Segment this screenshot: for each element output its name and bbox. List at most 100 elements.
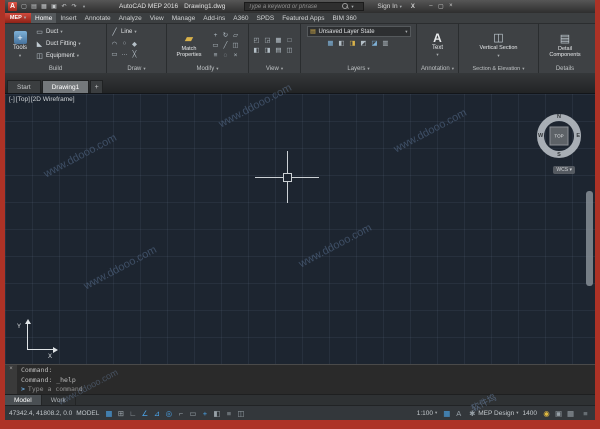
tab-insert[interactable]: Insert [56,13,80,23]
match-properties-button[interactable]: ▰ Match Properties [170,26,208,64]
move-icon[interactable]: + [211,31,220,40]
grid-toggle-icon[interactable]: ▦ [103,407,114,419]
more-draw-icon[interactable]: … [120,49,129,58]
drawing-viewport[interactable]: [-] [Top] [2D Wireframe] N S W E TOP WCS… [5,93,595,364]
mirror-icon[interactable]: ╱ [221,41,230,50]
named-views-icon[interactable]: ◧ [252,46,261,55]
viewcube[interactable]: N S W E TOP [537,114,581,158]
selection-cycling-icon[interactable]: + [199,407,210,419]
hatch-icon[interactable]: ╳ [130,49,139,58]
layer-state-dropdown[interactable]: ▤ Unsaved Layer State ▾ [307,26,411,37]
otrack-toggle-icon[interactable]: ◎ [163,407,174,419]
tab-manage[interactable]: Manage [168,13,200,23]
layer-properties-icon[interactable]: ▦ [326,38,335,47]
tab-home[interactable]: Home [31,13,56,23]
autoscale-icon[interactable]: A [453,407,464,419]
redo-icon[interactable]: ↷ [70,3,78,10]
layer-isolate-icon[interactable]: ◪ [370,38,379,47]
elevation-value[interactable]: 1400 [523,410,537,417]
viewport-view-control[interactable]: [Top] [16,96,30,103]
search-icon[interactable] [342,3,349,10]
new-icon[interactable]: ▢ [20,3,28,10]
viewport-visual-style-control[interactable]: [2D Wireframe] [31,96,75,103]
panel-annotation-label[interactable]: Annotation ▾ [417,64,458,73]
minimize-button[interactable]: – [426,3,436,10]
plot-icon[interactable]: ▣ [50,3,58,10]
duct-button[interactable]: ▭ Duct ▾ [35,26,81,38]
workspace-switcher[interactable]: ✱ MEP Design ▾ [468,407,518,419]
erase-icon[interactable]: × [231,51,240,60]
tab-addins[interactable]: Add-ins [199,13,229,23]
search-input[interactable] [248,4,340,10]
command-input-placeholder[interactable]: Type a command [28,385,83,393]
stretch-icon[interactable]: ◫ [231,41,240,50]
graphics-performance-icon[interactable]: ▣ [553,407,564,419]
circle-icon[interactable]: ○ [120,39,129,48]
customization-menu-icon[interactable]: ≡ [580,407,591,419]
detail-components-button[interactable]: ▤ Detail Components [542,26,588,64]
tab-analyze[interactable]: Analyze [115,13,146,23]
panel-layers-label[interactable]: Layers ▾ [301,64,416,73]
tools-button[interactable]: + Tools ▾ [8,26,32,64]
file-tab-drawing1[interactable]: Drawing1 [42,80,89,93]
file-tab-start[interactable]: Start [7,80,41,93]
panel-view-label[interactable]: View ▾ [249,64,300,73]
annotation-monitor-icon[interactable]: ◫ [235,407,246,419]
layer-match-icon[interactable]: ▥ [381,38,390,47]
panel-draw-label[interactable]: Draw ▾ [107,64,166,73]
dynamic-ucs-icon[interactable]: ◧ [211,407,222,419]
open-icon[interactable]: ▤ [30,3,38,10]
wcs-menu[interactable]: WCS ▾ [553,166,575,174]
trim-icon[interactable]: ▱ [231,31,240,40]
orbit-icon[interactable]: ◨ [263,46,272,55]
viewport-config-icon[interactable]: □ [285,36,294,45]
viewcube-north[interactable]: N [557,114,561,120]
viewcube-top-face[interactable]: TOP [550,127,569,146]
tab-a360[interactable]: A360 [229,13,252,23]
panel-section-label[interactable]: Section & Elevation ▾ [459,64,538,73]
osnap-toggle-icon[interactable]: ⊿ [151,407,162,419]
arc-icon[interactable]: ◠ [110,39,119,48]
annotation-visibility-icon[interactable]: ▦ [441,407,452,419]
command-close-icon[interactable]: × [9,366,13,372]
layer-off-icon[interactable]: ◧ [337,38,346,47]
close-button[interactable]: × [446,3,456,10]
qat-dropdown-icon[interactable]: ▾ [80,4,88,10]
polygon-icon[interactable]: ◆ [130,39,139,48]
navigation-bar[interactable] [586,191,593,286]
new-drawing-tab-button[interactable]: + [90,80,103,93]
panel-build-label[interactable]: Build [5,64,106,73]
tab-spds[interactable]: SPDS [252,13,278,23]
copy-icon[interactable]: ▭ [211,41,220,50]
transparency-toggle-icon[interactable]: ≡ [223,407,234,419]
panel-details-label[interactable]: Details [539,64,591,73]
command-input-line[interactable]: > Type a command [17,384,595,394]
viewcube-south[interactable]: S [557,152,561,158]
search-dropdown-icon[interactable]: ▾ [351,4,353,10]
vertical-section-button[interactable]: ◫ Vertical Section ▾ [473,26,525,64]
exchange-apps-icon[interactable]: X [411,4,415,10]
duct-fitting-button[interactable]: ◣ Duct Fitting ▾ [35,38,81,50]
tab-work[interactable]: Work [42,395,76,405]
scale-icon[interactable]: ≡ [211,51,220,60]
layer-lock-icon[interactable]: ◩ [359,38,368,47]
text-button[interactable]: A Text ▾ [432,26,443,64]
viewport-menu-control[interactable]: [-] [9,96,15,103]
sign-in-button[interactable]: Sign In ▾ [377,3,402,10]
clean-screen-icon[interactable]: ▦ [565,407,576,419]
maximize-button[interactable]: ▢ [436,3,446,10]
panel-modify-label[interactable]: Modify ▾ [167,64,248,73]
annotation-scale-button[interactable]: 1:100 ▾ [417,410,438,417]
viewcube-west[interactable]: W [538,133,543,139]
layer-freeze-icon[interactable]: ◨ [348,38,357,47]
line-button[interactable]: ╱ Line ▾ [110,26,163,38]
undo-icon[interactable]: ↶ [60,3,68,10]
regen-icon[interactable]: ▦ [274,36,283,45]
snap-toggle-icon[interactable]: ⊞ [115,407,126,419]
rotate-icon[interactable]: ↻ [221,31,230,40]
isolate-objects-icon[interactable]: ◉ [541,407,552,419]
polar-tracking-icon[interactable]: ∠ [139,407,150,419]
tab-bim360[interactable]: BIM 360 [328,13,360,23]
pan-icon[interactable]: ◰ [252,36,261,45]
rectangle-icon[interactable]: ▭ [110,49,119,58]
